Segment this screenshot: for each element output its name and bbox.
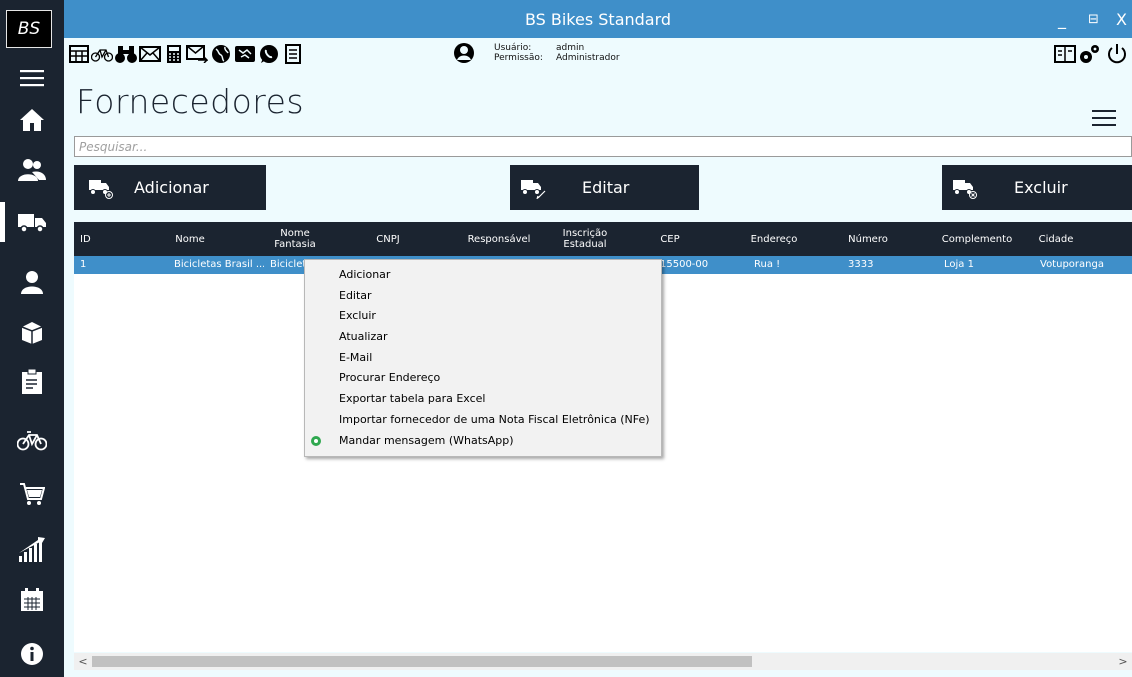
cell-nome-fantasia: Biciclet xyxy=(270,259,304,270)
maximize-button[interactable]: ⊟ xyxy=(1088,12,1099,28)
calculator-icon[interactable] xyxy=(163,43,185,65)
manual-book-icon[interactable] xyxy=(1054,43,1076,65)
column-header-id[interactable]: ID xyxy=(74,222,91,256)
list-icon[interactable] xyxy=(282,43,304,65)
cell-endereco: Rua ! xyxy=(754,259,781,270)
avatar-icon xyxy=(453,42,475,64)
menu-item-procurar-endereco[interactable]: Procurar Endereço xyxy=(305,368,661,389)
menu-item-exportar-excel[interactable]: Exportar tabela para Excel xyxy=(305,389,661,410)
user-label: Usuário: xyxy=(494,43,532,53)
cart-icon[interactable] xyxy=(12,474,52,514)
toolbar: Usuário: Permissão: admin Administrador xyxy=(64,38,1132,70)
add-button[interactable]: Adicionar xyxy=(74,165,266,210)
permission-label: Permissão: xyxy=(494,53,543,63)
reports-chart-icon[interactable] xyxy=(12,530,52,570)
settings-gears-icon[interactable] xyxy=(1078,43,1100,65)
title-bar: BS Bikes Standard _ ⊟ X xyxy=(64,0,1132,38)
permission-value: Administrador xyxy=(556,53,620,63)
scroll-left-arrow-icon[interactable]: < xyxy=(76,655,90,668)
close-button[interactable]: X xyxy=(1116,12,1127,28)
send-email-icon[interactable] xyxy=(186,43,208,65)
user-value: admin xyxy=(556,43,585,53)
menu-item-excluir[interactable]: Excluir xyxy=(305,306,661,327)
user-icon[interactable] xyxy=(12,262,52,302)
delete-button[interactable]: Excluir xyxy=(942,165,1132,210)
bicycle-icon[interactable] xyxy=(91,43,113,65)
whatsapp-icon xyxy=(311,435,321,446)
menu-item-editar[interactable]: Editar xyxy=(305,286,661,307)
search-input[interactable] xyxy=(74,136,1132,157)
cell-nome: Bicicletas Brasil ... xyxy=(174,259,264,270)
products-box-icon[interactable] xyxy=(12,312,52,352)
cell-complemento: Loja 1 xyxy=(944,259,974,270)
edit-button[interactable]: Editar xyxy=(510,165,699,210)
column-header-cidade[interactable]: Cidade xyxy=(1030,222,1082,256)
clipboard-icon[interactable] xyxy=(12,362,52,402)
suppliers-truck-icon[interactable] xyxy=(0,202,52,242)
hamburger-menu-icon[interactable] xyxy=(1092,108,1116,128)
edit-button-label: Editar xyxy=(582,178,630,197)
minimize-button[interactable]: _ xyxy=(1058,12,1066,28)
truck-add-icon xyxy=(89,180,113,199)
binoculars-icon[interactable] xyxy=(115,43,137,65)
map-icon[interactable] xyxy=(234,43,256,65)
truck-delete-icon xyxy=(953,180,977,199)
bicycle-icon[interactable] xyxy=(12,420,52,460)
scroll-right-arrow-icon[interactable]: > xyxy=(1116,655,1130,668)
page-title: Fornecedores xyxy=(76,82,305,121)
horizontal-scrollbar[interactable]: < > xyxy=(74,653,1132,670)
clients-icon[interactable] xyxy=(12,150,52,190)
column-header-complemento[interactable]: Complemento xyxy=(938,222,1016,256)
window-title: BS Bikes Standard xyxy=(524,10,672,29)
sidebar: BS xyxy=(0,0,64,677)
menu-item-email[interactable]: E-Mail xyxy=(305,348,661,369)
user-values: admin Administrador xyxy=(556,43,620,63)
delete-button-label: Excluir xyxy=(1014,178,1068,197)
add-button-label: Adicionar xyxy=(134,178,209,197)
table-header: ID Nome Nome Fantasia CNPJ Responsável I… xyxy=(74,222,1132,256)
menu-item-whatsapp[interactable]: Mandar mensagem (WhatsApp) xyxy=(305,431,661,452)
column-header-responsavel[interactable]: Responsável xyxy=(458,222,540,256)
menu-item-adicionar[interactable]: Adicionar xyxy=(305,265,661,286)
globe-icon[interactable] xyxy=(210,43,232,65)
cell-id: 1 xyxy=(80,259,87,270)
cell-cidade: Votuporanga xyxy=(1040,259,1104,270)
column-header-nome-fantasia[interactable]: Nome Fantasia xyxy=(270,222,320,256)
menu-item-importar-nfe[interactable]: Importar fornecedor de uma Nota Fiscal E… xyxy=(305,410,661,431)
context-menu: Adicionar Editar Excluir Atualizar E-Mai… xyxy=(304,259,662,457)
power-icon[interactable] xyxy=(1106,43,1128,65)
column-header-endereco[interactable]: Endereço xyxy=(744,222,804,256)
calendar-icon[interactable] xyxy=(12,580,52,620)
menu-item-atualizar[interactable]: Atualizar xyxy=(305,327,661,348)
column-header-inscricao-estadual[interactable]: Inscrição Estadual xyxy=(552,222,618,256)
register-icon[interactable] xyxy=(68,43,90,65)
column-header-cep[interactable]: CEP xyxy=(650,222,690,256)
menu-item-whatsapp-label: Mandar mensagem (WhatsApp) xyxy=(339,433,514,447)
column-header-numero[interactable]: Número xyxy=(840,222,896,256)
scrollbar-thumb[interactable] xyxy=(92,656,752,667)
app-logo: BS xyxy=(6,10,52,48)
user-labels: Usuário: Permissão: xyxy=(494,43,543,63)
column-header-nome[interactable]: Nome xyxy=(164,222,216,256)
whatsapp-icon[interactable] xyxy=(258,43,280,65)
email-icon[interactable] xyxy=(139,43,161,65)
truck-edit-icon xyxy=(521,180,546,199)
cell-numero: 3333 xyxy=(848,259,874,270)
cell-cep: 15500-000 xyxy=(660,259,708,270)
home-icon[interactable] xyxy=(12,100,52,140)
info-icon[interactable] xyxy=(12,634,52,674)
menu-icon[interactable] xyxy=(12,58,52,98)
column-header-cnpj[interactable]: CNPJ xyxy=(362,222,414,256)
